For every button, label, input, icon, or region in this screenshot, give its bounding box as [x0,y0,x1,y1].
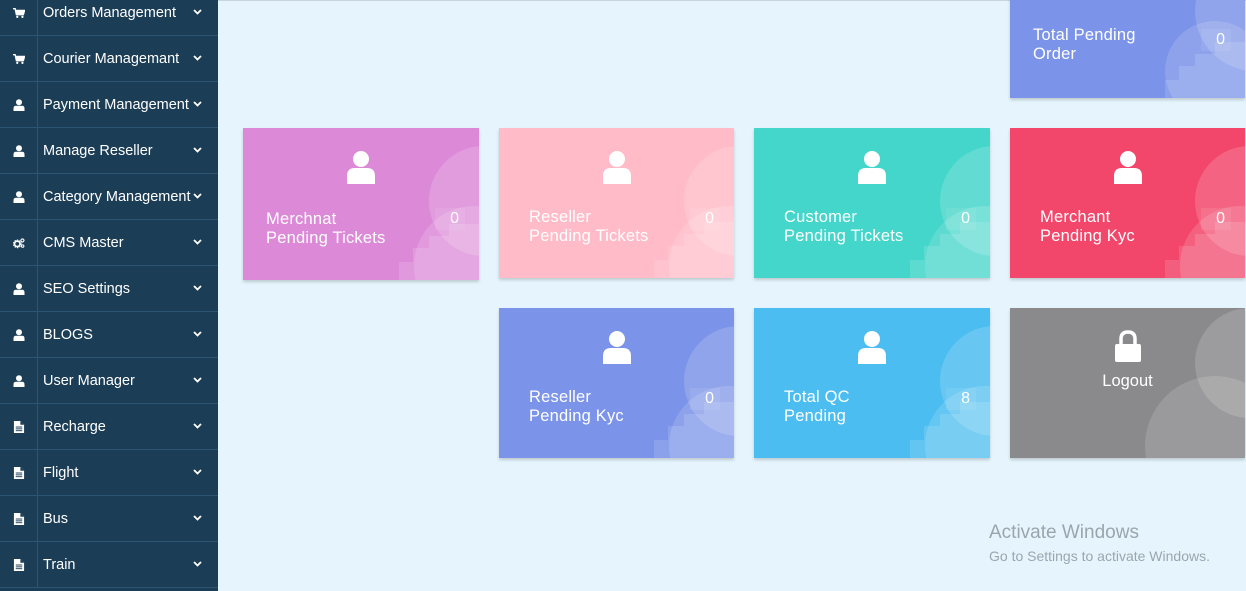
cart-icon [0,36,38,81]
logout-card[interactable]: Logout [1010,308,1245,458]
card-count: 0 [946,208,976,230]
sidebar-item-manage-reseller[interactable]: Manage Reseller [0,128,218,174]
user-icon [602,330,632,364]
sidebar-item-train[interactable]: Train [0,542,218,588]
chevron-down-icon[interactable] [193,8,202,15]
user-icon [0,312,38,357]
cart-icon [0,0,38,35]
sidebar-item-label: Category Management [43,188,191,205]
sidebar: Orders Management Courier Managemant Payme… [0,0,218,591]
sidebar-item-flight[interactable]: Flight [0,450,218,496]
card-title: Merchnat Pending Tickets [266,210,386,247]
user-icon [346,150,376,184]
logout-label: Logout [1102,372,1153,390]
customer-pending-tickets-card[interactable]: Customer Pending Tickets 0 [754,128,990,278]
total-pending-order-card[interactable]: Total Pending Order 0 [1010,0,1245,98]
document-icon [0,450,38,495]
sidebar-item-payment-management[interactable]: Payment Management [0,82,218,128]
reseller-pending-tickets-card[interactable]: Reseller Pending Tickets 0 [499,128,734,278]
sidebar-item-label: Recharge [43,418,106,435]
merchant-pending-tickets-card[interactable]: Merchnat Pending Tickets 0 [243,128,479,280]
chevron-down-icon[interactable] [193,330,202,337]
user-icon [0,266,38,311]
chevron-down-icon[interactable] [193,284,202,291]
chevron-down-icon[interactable] [193,468,202,475]
sidebar-item-label: Train [43,556,76,573]
sidebar-item-label: SEO Settings [43,280,131,297]
sidebar-item-label: CMS Master [43,234,124,251]
chevron-down-icon[interactable] [193,146,202,153]
chevron-down-icon[interactable] [193,422,202,429]
chevron-down-icon[interactable] [193,192,202,199]
card-count: 0 [435,208,465,230]
user-icon [602,150,632,184]
card-title: Total Pending Order [1033,26,1136,63]
sidebar-item-category-management[interactable]: Category Management [0,174,218,220]
card-title: Reseller Pending Kyc [529,388,624,425]
user-icon [857,150,887,184]
sidebar-item-orders-management[interactable]: Orders Management [0,0,218,36]
sidebar-item-label: Flight [43,464,79,481]
card-title: Merchant Pending Kyc [1040,208,1135,245]
user-icon [0,128,38,173]
chevron-down-icon[interactable] [193,238,202,245]
reseller-pending-kyc-card[interactable]: Reseller Pending Kyc 0 [499,308,734,458]
sidebar-item-label: Payment Management [43,96,189,113]
card-title: Total QC Pending [784,388,850,425]
merchant-pending-kyc-card[interactable]: Merchant Pending Kyc 0 [1010,128,1245,278]
document-icon [0,496,38,541]
chevron-down-icon[interactable] [193,100,202,107]
card-count: 0 [690,208,720,230]
cogs-icon [0,220,38,265]
sidebar-item-label: User Manager [43,372,135,389]
sidebar-item-courier-managemant[interactable]: Courier Managemant [0,36,218,82]
sidebar-item-label: BLOGS [43,326,93,343]
user-icon [857,330,887,364]
sidebar-item-bus[interactable]: Bus [0,496,218,542]
user-icon [0,82,38,127]
lock-icon [1114,330,1142,362]
chevron-down-icon[interactable] [193,376,202,383]
total-qc-pending-card[interactable]: Total QC Pending 8 [754,308,990,458]
sidebar-item-label: Manage Reseller [43,142,153,159]
sidebar-item-label: Orders Management [43,4,176,21]
watermark-title: Activate Windows [989,522,1139,543]
sidebar-item-label: Bus [43,510,68,527]
document-icon [0,542,38,587]
card-count: 8 [946,388,976,410]
sidebar-item-recharge[interactable]: Recharge [0,404,218,450]
chevron-down-icon[interactable] [193,560,202,567]
sidebar-item-blogs[interactable]: BLOGS [0,312,218,358]
sidebar-item-seo-settings[interactable]: SEO Settings [0,266,218,312]
watermark-subtitle: Go to Settings to activate Windows. [989,548,1210,564]
user-icon [1113,150,1143,184]
card-title: Reseller Pending Tickets [529,208,649,245]
chevron-down-icon[interactable] [193,54,202,61]
card-count: 0 [1201,208,1231,230]
document-icon [0,404,38,449]
sidebar-item-label: Courier Managemant [43,50,180,67]
card-title: Customer Pending Tickets [784,208,904,245]
sidebar-item-cms-master[interactable]: CMS Master [0,220,218,266]
chevron-down-icon[interactable] [193,514,202,521]
activate-windows-watermark: Activate Windows Go to Settings to activ… [989,522,1210,566]
card-count: 0 [690,388,720,410]
dashboard-main: Total Pending Order 0 Merchnat Pending T… [218,0,1246,591]
sidebar-item-user-manager[interactable]: User Manager [0,358,218,404]
user-icon [0,174,38,219]
user-icon [0,358,38,403]
card-count: 0 [1201,29,1231,51]
